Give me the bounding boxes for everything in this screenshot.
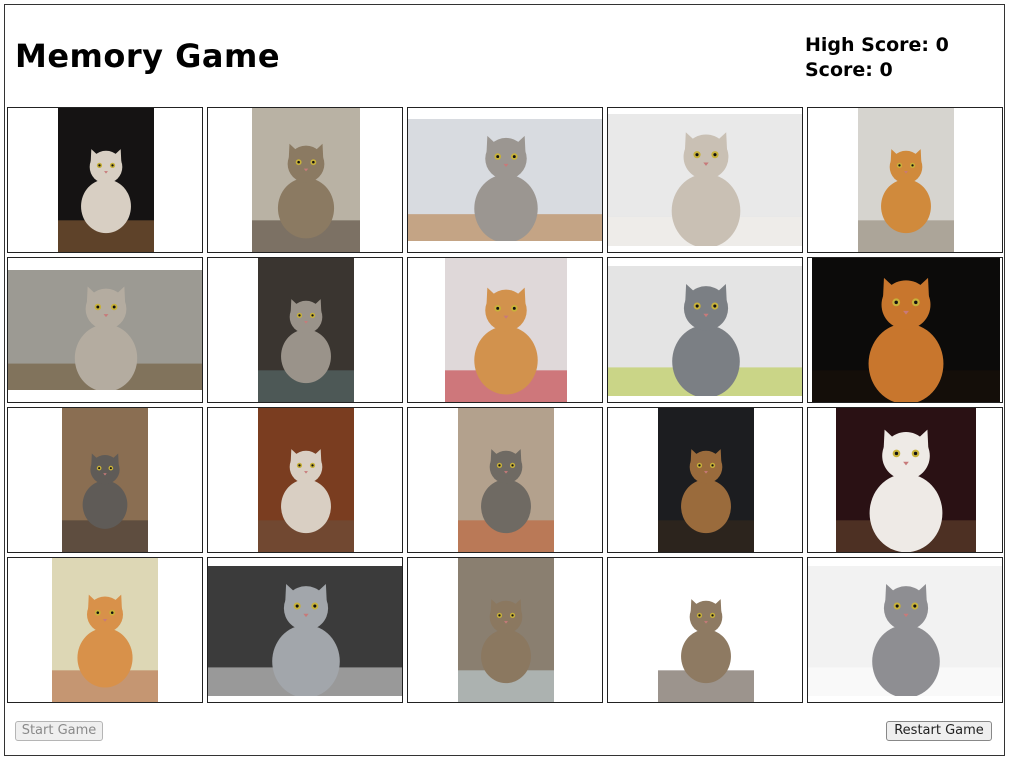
cat-photo xyxy=(658,408,754,552)
cat-photo xyxy=(408,119,602,241)
cat-photo xyxy=(808,566,1002,696)
card-tabby-cat-looking-up-dark[interactable] xyxy=(607,407,803,553)
card-tabby-kitten-on-floor[interactable] xyxy=(207,407,403,553)
score-value: 0 xyxy=(879,59,893,81)
cat-photo xyxy=(258,258,354,402)
card-gray-cat-looking-up[interactable] xyxy=(207,257,403,403)
card-orange-white-cat-with-bandana[interactable] xyxy=(407,257,603,403)
cat-photo xyxy=(52,558,158,702)
card-cat-lying-on-rug[interactable] xyxy=(607,107,803,253)
restart-game-button[interactable]: Restart Game xyxy=(886,721,992,741)
card-orange-cat-at-window[interactable] xyxy=(807,107,1003,253)
cat-photo xyxy=(658,558,754,702)
high-score-label: High Score: xyxy=(805,34,930,56)
cat-photo xyxy=(445,258,567,402)
cat-photo xyxy=(8,270,202,390)
card-tabby-kitten-sitting[interactable] xyxy=(207,107,403,253)
page-title: Memory Game xyxy=(15,37,281,75)
card-tabby-cat-sitting-white[interactable] xyxy=(607,557,803,703)
card-gray-tabby-standing-up[interactable] xyxy=(7,407,203,553)
high-score-value: 0 xyxy=(935,34,949,56)
card-white-kitten-blue-eyes[interactable] xyxy=(807,407,1003,553)
high-score-line: High Score: 0 xyxy=(805,33,949,58)
cat-photo xyxy=(252,108,360,252)
start-game-button[interactable]: Start Game xyxy=(15,721,103,741)
card-tabby-cat-peeking-over-couch[interactable] xyxy=(7,257,203,403)
card-gray-cat-green-eyes[interactable] xyxy=(607,257,803,403)
cat-photo xyxy=(458,408,554,552)
cat-photo xyxy=(258,408,354,552)
card-gray-white-cat-in-basket[interactable] xyxy=(407,107,603,253)
card-grid xyxy=(7,107,1003,703)
card-gray-white-cat-close-up[interactable] xyxy=(807,557,1003,703)
game-container: Memory Game High Score: 0 Score: 0 Start… xyxy=(4,4,1005,756)
card-calico-cat-sitting[interactable] xyxy=(7,107,203,253)
card-tabby-cat-lying-paws[interactable] xyxy=(407,557,603,703)
cat-photo xyxy=(62,408,148,552)
cat-photo xyxy=(608,114,802,246)
score-label: Score: xyxy=(805,59,873,81)
card-orange-tabby-portrait[interactable] xyxy=(7,557,203,703)
score-line: Score: 0 xyxy=(805,58,949,83)
cat-photo xyxy=(858,108,954,252)
cat-photo xyxy=(458,558,554,702)
card-tiger-lying-down[interactable] xyxy=(807,257,1003,403)
cat-photo xyxy=(836,408,976,552)
cat-photo xyxy=(208,566,402,696)
card-kitten-in-basket[interactable] xyxy=(407,407,603,553)
score-panel: High Score: 0 Score: 0 xyxy=(805,33,949,83)
cat-photo xyxy=(58,108,154,252)
card-gray-cat-licking-paw[interactable] xyxy=(207,557,403,703)
cat-photo xyxy=(812,258,1000,402)
cat-photo xyxy=(608,266,802,396)
